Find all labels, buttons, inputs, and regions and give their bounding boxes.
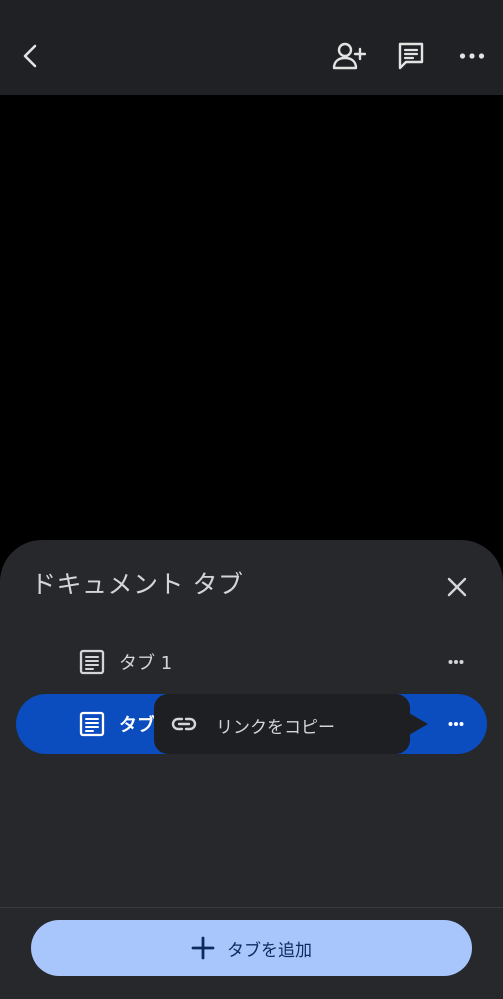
copy-link-label: リンクをコピー bbox=[216, 718, 335, 738]
add-tab-button[interactable]: タブを追加 bbox=[31, 920, 472, 976]
tab-more-button[interactable] bbox=[440, 708, 472, 740]
top-app-bar bbox=[0, 0, 503, 95]
chevron-left-icon bbox=[23, 44, 37, 68]
comments-button[interactable] bbox=[388, 33, 434, 79]
document-icon bbox=[79, 649, 105, 675]
add-tab-label: タブを追加 bbox=[227, 940, 312, 961]
person-add-icon bbox=[332, 42, 366, 70]
divider bbox=[0, 907, 503, 908]
sheet-title: ドキュメント タブ bbox=[31, 570, 244, 599]
tab-label: タブ 1 bbox=[119, 653, 173, 674]
more-horizontal-icon bbox=[448, 660, 464, 664]
more-options-button[interactable] bbox=[449, 33, 495, 79]
close-icon bbox=[447, 577, 467, 597]
tab-more-button[interactable] bbox=[440, 646, 472, 678]
more-horizontal-icon bbox=[459, 53, 485, 59]
close-button[interactable] bbox=[436, 566, 478, 608]
document-icon bbox=[79, 711, 105, 737]
tab-item-1[interactable]: タブ 1 bbox=[16, 632, 487, 692]
tab-label: タブ bbox=[119, 715, 155, 736]
back-button[interactable] bbox=[8, 33, 54, 79]
copy-link-menu-item[interactable]: リンクをコピー bbox=[154, 694, 410, 754]
link-icon bbox=[171, 717, 197, 731]
document-area[interactable] bbox=[0, 95, 503, 555]
plus-icon bbox=[191, 936, 215, 960]
more-horizontal-icon bbox=[448, 722, 464, 726]
share-button[interactable] bbox=[326, 33, 372, 79]
comment-icon bbox=[398, 42, 424, 70]
document-tabs-sheet: ドキュメント タブ タブ 1 タブ リンクをコピー タブを追加 bbox=[0, 540, 503, 999]
